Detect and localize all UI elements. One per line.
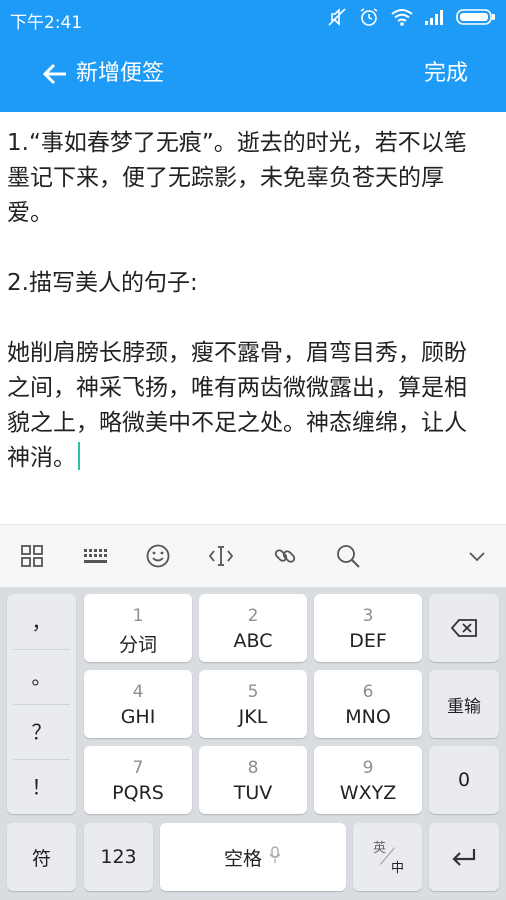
text-cursor [78,442,80,470]
key-number: 4 [132,682,144,702]
space-key-content: 空格 [160,823,346,891]
lang-bottom-label: 中 [391,861,405,876]
symbol-label: 符 [31,847,51,870]
done-button[interactable]: 完成 [424,58,468,90]
key-3-def[interactable]: 3 DEF [314,594,422,662]
enter-icon [429,823,499,891]
back-arrow-icon[interactable] [40,58,72,90]
reinput-key[interactable]: 重输 [429,670,499,738]
punctuation-column: ， 。 ？ ！ [7,594,76,814]
note-paragraph-2: 2.描写美人的句子: [7,270,198,296]
reinput-label: 重输 [447,696,481,717]
space-label: 空格 [223,847,262,870]
key-6-mno[interactable]: 6 MNO [314,670,422,738]
lang-top-label: 英 [373,841,387,856]
status-bar: 下午2:41 [0,0,506,36]
note-paragraph-3-text: 她削肩膀长脖颈，瘦不露骨，眉弯目秀，顾盼 之间，神采飞扬，唯有两齿微微露出，算是… [7,340,467,471]
backspace-key[interactable] [429,594,499,662]
keyboard-toolbar [0,524,506,588]
cursor-move-icon[interactable] [208,543,234,569]
key-label: JKL [238,706,268,728]
note-paragraph-1: 1.“事如春梦了无痕”。逝去的时光，若不以笔 墨记下来，便了无踪影，未免辜负苍天… [7,130,467,226]
key-label: ABC [233,630,273,652]
key-number: 8 [247,758,259,778]
key-number: 5 [247,682,259,702]
key-8-tuv[interactable]: 8 TUV [199,746,307,814]
symbol-key[interactable]: 符 [7,823,76,891]
key-label: WXYZ [339,782,397,804]
zero-label: 0 [457,769,471,791]
key-number: 6 [362,682,374,702]
space-key[interactable]: 空格 [160,823,346,891]
numeric-label: 123 [100,846,137,868]
key-label: GHI [120,706,156,728]
alarm-icon [358,6,380,28]
key-label: PQRS [112,782,164,804]
grid-icon[interactable] [19,543,45,569]
key-7-pqrs[interactable]: 7 PQRS [84,746,192,814]
signal-icon [424,8,446,26]
key-label: TUV [233,782,273,804]
note-editor[interactable]: 1.“事如春梦了无痕”。逝去的时光，若不以笔 墨记下来，便了无踪影，未免辜负苍天… [7,126,497,516]
key-label: DEF [349,630,387,652]
key-number: 7 [132,758,144,778]
app-bar: 新增便签 完成 [0,40,506,108]
punct-comma-key[interactable]: ， [7,594,76,647]
key-number: 2 [247,606,259,626]
zero-key[interactable]: 0 [429,746,499,814]
page-title: 新增便签 [76,61,165,86]
backspace-icon [429,594,499,662]
microphone-icon [268,845,282,869]
status-icons [326,6,496,28]
search-icon[interactable] [335,543,361,569]
mute-icon [326,6,348,28]
t9-keyboard: ， 。 ？ ！ 1 分词 2 ABC 3 DEF 4 GHI 5 JKL 6 M… [0,587,506,900]
key-number: 1 [132,606,144,626]
punct-exclaim-key[interactable]: ！ [7,759,76,812]
enter-key[interactable] [429,823,499,891]
punct-period-key[interactable]: 。 [7,649,76,702]
wifi-icon [390,7,414,27]
chevron-down-icon[interactable] [464,543,490,569]
language-switch-key[interactable]: 英 中 [353,823,422,891]
punct-question-key[interactable]: ？ [7,704,76,757]
key-9-wxyz[interactable]: 9 WXYZ [314,746,422,814]
link-icon[interactable] [272,543,298,569]
key-5-jkl[interactable]: 5 JKL [199,670,307,738]
key-label: MNO [345,706,391,728]
key-number: 9 [362,758,374,778]
key-4-ghi[interactable]: 4 GHI [84,670,192,738]
battery-icon [456,8,496,26]
numeric-key[interactable]: 123 [84,823,153,891]
status-time: 下午2:41 [10,13,83,33]
key-2-abc[interactable]: 2 ABC [199,594,307,662]
key-1-fenci[interactable]: 1 分词 [84,594,192,662]
keyboard-layout-icon[interactable] [82,543,108,569]
note-paragraph-3: 她削肩膀长脖颈，瘦不露骨，眉弯目秀，顾盼 之间，神采飞扬，唯有两齿微微露出，算是… [7,336,497,476]
key-number: 3 [362,606,374,626]
key-label: 分词 [118,634,157,656]
emoji-icon[interactable] [145,543,171,569]
app-header: 下午2:41 新增便签 完成 [0,0,506,112]
